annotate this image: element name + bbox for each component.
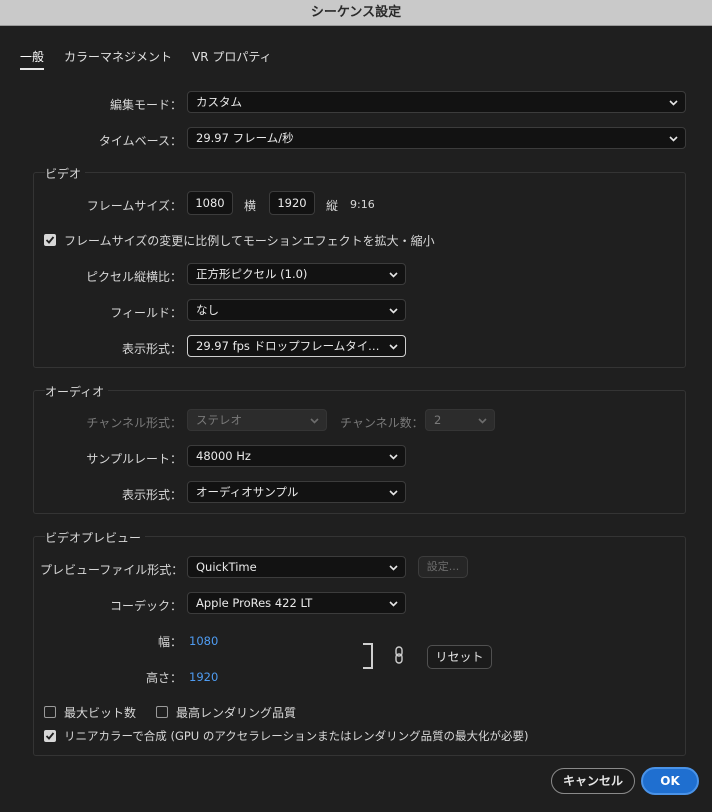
fields-select[interactable]: なし xyxy=(187,299,406,321)
scale-motion-label: フレームサイズの変更に比例してモーションエフェクトを拡大・縮小 xyxy=(64,234,435,248)
scale-motion-checkbox[interactable] xyxy=(44,234,56,246)
channel-count-label: チャンネル数： xyxy=(340,416,424,430)
audio-display-format-select[interactable]: オーディオサンプル xyxy=(187,481,406,503)
video-group-title: ビデオ xyxy=(45,165,86,182)
audio-display-format-label: 表示形式： xyxy=(121,488,182,502)
chevron-down-icon xyxy=(389,306,398,315)
link-bracket xyxy=(363,643,373,669)
link-icon[interactable] xyxy=(394,646,404,664)
chevron-down-icon xyxy=(389,270,398,279)
preview-height-label: 高さ： xyxy=(145,671,182,685)
preview-file-format-label: プレビューファイル形式： xyxy=(40,563,184,577)
tab-color-management[interactable]: カラーマネジメント xyxy=(64,48,172,65)
fields-label: フィールド： xyxy=(110,306,182,320)
pixel-aspect-select[interactable]: 正方形ピクセル (1.0) xyxy=(187,263,406,285)
frame-width-unit: 横 xyxy=(244,199,257,213)
preview-width-value[interactable]: 1080 xyxy=(189,634,218,648)
channel-count-select: 2 xyxy=(425,409,495,431)
aspect-ratio: 9:16 xyxy=(350,198,375,211)
preview-file-format-select[interactable]: QuickTime xyxy=(187,556,406,578)
checkmark-icon xyxy=(45,732,55,740)
chevron-down-icon xyxy=(389,563,398,572)
pixel-aspect-label: ピクセル縦横比： xyxy=(85,270,182,284)
chevron-down-icon xyxy=(669,134,678,143)
channel-format-select: ステレオ xyxy=(187,409,327,431)
tab-vr-properties[interactable]: VR プロパティ xyxy=(192,48,272,65)
tab-general[interactable]: 一般 xyxy=(20,48,45,70)
chevron-down-icon xyxy=(389,488,398,497)
chevron-down-icon xyxy=(478,416,487,425)
channel-format-label: チャンネル形式： xyxy=(86,416,182,430)
preview-height-value[interactable]: 1920 xyxy=(189,670,218,684)
cancel-button[interactable]: キャンセル xyxy=(551,768,635,794)
window-title: シーケンス設定 xyxy=(0,0,712,26)
linear-color-label: リニアカラーで合成 (GPU のアクセラレーションまたはレンダリング品質の最大化… xyxy=(64,729,529,743)
chevron-down-icon xyxy=(310,416,319,425)
max-render-quality-checkbox[interactable] xyxy=(156,706,168,718)
max-bit-depth-label: 最大ビット数 xyxy=(64,706,137,720)
video-display-format-label: 表示形式： xyxy=(121,342,182,356)
edit-mode-select[interactable]: カスタム xyxy=(187,91,686,113)
reset-button[interactable]: リセット xyxy=(427,645,492,669)
timebase-select[interactable]: 29.97 フレーム/秒 xyxy=(187,127,686,149)
linear-color-checkbox[interactable] xyxy=(44,730,56,742)
video-preview-group-title: ビデオプレビュー xyxy=(45,529,146,546)
edit-mode-label: 編集モード： xyxy=(109,98,182,112)
preview-settings-button: 設定... xyxy=(418,556,468,578)
codec-label: コーデック： xyxy=(109,599,182,613)
audio-group-title: オーディオ xyxy=(45,383,109,400)
codec-select[interactable]: Apple ProRes 422 LT xyxy=(187,592,406,614)
video-display-format-select[interactable]: 29.97 fps ドロップフレームタイムコード xyxy=(187,335,406,357)
checkmark-icon xyxy=(45,236,55,244)
max-render-quality-label: 最高レンダリング品質 xyxy=(176,706,297,720)
frame-size-label: フレームサイズ： xyxy=(86,199,182,213)
frame-height-input[interactable]: 1920 xyxy=(269,191,315,215)
frame-width-input[interactable]: 1080 xyxy=(187,191,233,215)
chevron-down-icon xyxy=(389,342,398,351)
chevron-down-icon xyxy=(669,98,678,107)
ok-button[interactable]: OK xyxy=(641,767,699,795)
max-bit-depth-checkbox[interactable] xyxy=(44,706,56,718)
sample-rate-select[interactable]: 48000 Hz xyxy=(187,445,406,467)
chevron-down-icon xyxy=(389,599,398,608)
sample-rate-label: サンプルレート： xyxy=(86,452,182,466)
frame-height-unit: 縦 xyxy=(326,199,339,213)
preview-width-label: 幅： xyxy=(157,635,182,649)
timebase-label: タイムベース： xyxy=(98,134,182,148)
chevron-down-icon xyxy=(389,452,398,461)
